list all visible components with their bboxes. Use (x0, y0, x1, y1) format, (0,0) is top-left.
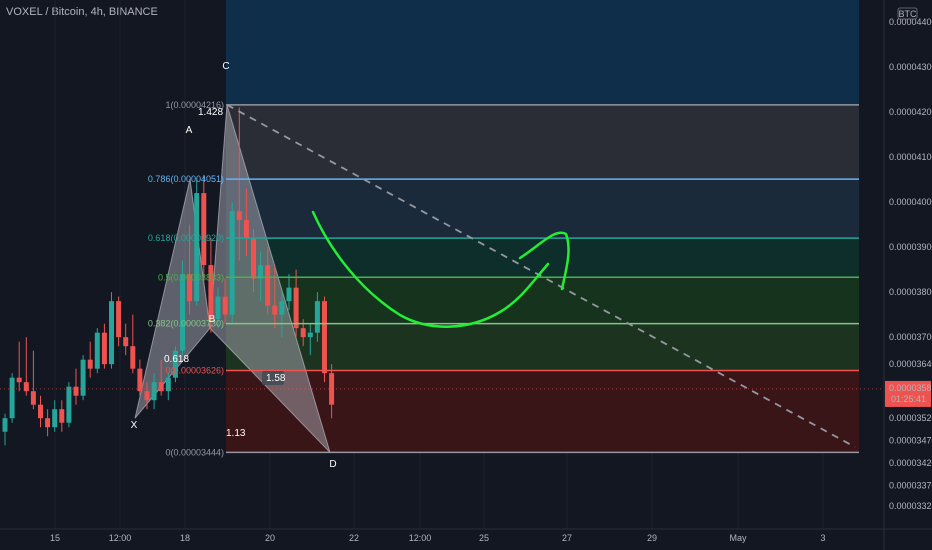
price-tick-label: 0.00003325 (889, 501, 932, 511)
time-tick-label: 29 (647, 533, 657, 543)
price-tick-label: 0.00004300 (889, 62, 932, 72)
price-tick-label: 0.00004100 (889, 152, 932, 162)
candle-body (73, 386, 79, 396)
candle-body (80, 359, 86, 396)
fib-level-label: 0.5(0.00003833) (158, 272, 224, 282)
candle-body (300, 328, 306, 338)
fib-zone-top (226, 0, 859, 105)
candle-body (322, 301, 327, 374)
candle-body (23, 382, 29, 392)
candle-body (194, 193, 200, 302)
time-tick-label: 20 (265, 533, 275, 543)
candle-body (236, 211, 242, 221)
time-tick-label: 22 (349, 533, 359, 543)
price-tick-label: 0.00003420 (889, 458, 932, 468)
price-chart[interactable]: 1(0.00004216)0.786(0.00004051)0.618(0.00… (0, 0, 932, 550)
fib-level-label: 0(0.00003444) (165, 447, 224, 457)
pattern-ratio-label: 1.58 (266, 373, 286, 384)
candle-body (229, 211, 235, 315)
candle-body (151, 382, 157, 401)
price-tick-label: 0.00003800 (889, 287, 932, 297)
price-tick-label: 0.00003470 (889, 436, 932, 446)
candle-body (293, 287, 299, 329)
fib-level-label: 0(0.00003626) (165, 365, 224, 375)
price-tick-label: 0.00003640 (889, 359, 932, 369)
pattern-point-label: X (131, 420, 138, 431)
candle-body (30, 391, 36, 405)
price-tick-label: 0.00003900 (889, 242, 932, 252)
fib-level-label: 0.618(0.00003920) (148, 233, 224, 243)
time-tick-label: 3 (820, 533, 825, 543)
candle-body (272, 305, 278, 315)
candle-body (137, 368, 143, 392)
fib-zone (226, 277, 859, 324)
price-tick-label: 0.00004200 (889, 107, 932, 117)
currency-badge-text: BTC (899, 9, 918, 19)
candle-body (101, 332, 107, 365)
time-tick-label: 18 (180, 533, 190, 543)
pattern-ratio-label: 0.618 (164, 354, 189, 365)
candle-body (215, 296, 221, 320)
time-tick-label: 15 (50, 533, 60, 543)
pattern-point-label: D (329, 459, 336, 470)
candle-body (38, 404, 43, 419)
price-tick-label: 0.00003700 (889, 332, 932, 342)
last-price-countdown: 01:25:41 (891, 394, 926, 404)
candle-body (66, 386, 72, 423)
time-tick-label: 12:00 (409, 533, 432, 543)
time-tick-label: 27 (562, 533, 572, 543)
candle-body (251, 238, 256, 279)
pattern-ratio-label: 1.13 (226, 428, 246, 439)
candle-body (201, 193, 207, 266)
candle-body (307, 332, 313, 338)
pattern-point-label: B (209, 314, 216, 325)
candle-body (109, 301, 114, 365)
candle-body (158, 382, 164, 392)
price-tick-label: 0.00003520 (889, 413, 932, 423)
candle-body (9, 377, 15, 419)
candle-body (116, 301, 122, 338)
price-tick-label: 0.00004000 (889, 197, 932, 207)
candle-body (286, 287, 292, 302)
candle-body (279, 301, 285, 315)
time-tick-label: 25 (479, 533, 489, 543)
candle-body (59, 409, 65, 423)
candle-body (130, 346, 136, 369)
candle-body (180, 274, 185, 351)
fib-level-label: 0.786(0.00004051) (148, 174, 224, 184)
candle-body (52, 409, 58, 428)
candle-body (314, 301, 320, 333)
time-tick-label: May (729, 533, 747, 543)
candle-body (94, 332, 100, 369)
time-tick-label: 12:00 (109, 533, 132, 543)
candle-body (265, 265, 271, 306)
price-tick-label: 0.00003370 (889, 481, 932, 491)
fib-zone (226, 323, 859, 371)
candle-body (87, 359, 93, 369)
pattern-point-label: C (222, 61, 229, 72)
candle-body (144, 391, 150, 401)
candle-body (16, 377, 22, 383)
candle-body (2, 418, 8, 432)
pattern-ratio-label: 1.428 (198, 107, 223, 118)
candle-body (123, 337, 129, 347)
candle-body (45, 418, 51, 428)
candle-body (329, 373, 335, 405)
candle-body (243, 220, 249, 239)
fib-zone (226, 104, 859, 180)
pattern-point-label: A (186, 125, 193, 136)
candle-body (222, 296, 228, 315)
last-price-value: 0.00003585 (889, 383, 932, 393)
